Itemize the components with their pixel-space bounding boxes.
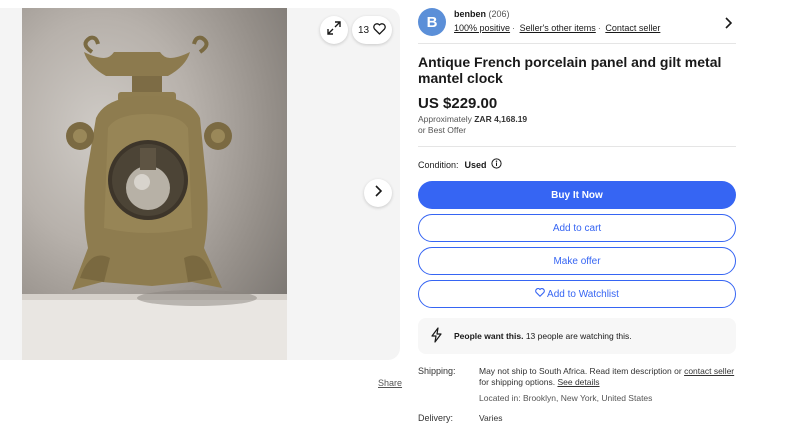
page-title: Antique French porcelain panel and gilt … — [418, 54, 722, 86]
item-location: Located in: Brooklyn, New York, United S… — [479, 393, 653, 403]
buy-it-now-button[interactable]: Buy It Now — [418, 181, 736, 209]
price: US $229.00 — [418, 95, 498, 112]
heart-icon — [535, 288, 545, 300]
info-icon[interactable] — [490, 158, 502, 171]
demand-bold: People want this. — [454, 331, 524, 341]
contact-seller-link[interactable]: contact seller — [684, 366, 734, 376]
shipping-info: May not ship to South Africa. Read item … — [479, 366, 739, 388]
watch-count-button[interactable]: 13 — [352, 16, 392, 44]
image-gallery: 13 — [0, 8, 400, 360]
divider — [418, 43, 736, 44]
shipping-label: Shipping: — [418, 366, 456, 376]
chevron-right-icon — [373, 184, 383, 202]
product-image[interactable] — [22, 8, 287, 360]
delivery-label: Delivery: — [418, 413, 454, 423]
demand-notice: People want this. 13 people are watching… — [418, 318, 736, 354]
clock-illustration — [22, 35, 287, 360]
seller-links: 100% positive · Seller's other items · Con… — [454, 23, 660, 33]
make-offer-button[interactable]: Make offer — [418, 247, 736, 275]
condition-row: Condition: Used — [418, 158, 502, 171]
expand-icon — [327, 20, 341, 40]
next-image-button[interactable] — [364, 179, 392, 207]
positive-feedback-link[interactable]: 100% positive — [454, 23, 510, 33]
other-items-link[interactable]: Seller's other items — [520, 23, 596, 33]
approx-value: ZAR 4,168.19 — [474, 114, 528, 124]
approx-label: Approximately — [418, 114, 472, 124]
approx-price: Approximately ZAR 4,168.19 — [418, 114, 527, 124]
watch-count: 13 — [357, 24, 370, 36]
divider — [418, 146, 736, 147]
seller-card[interactable]: B benben (206) 100% positive · Seller's o… — [418, 8, 736, 42]
separator-dot: · — [597, 23, 601, 33]
demand-detail: 13 people are watching this. — [525, 331, 632, 341]
condition-value: Used — [464, 159, 487, 170]
delivery-value: Varies — [479, 413, 503, 423]
shipping-text-before: May not ship to South Africa. Read item … — [479, 366, 682, 376]
chevron-right-icon[interactable] — [724, 16, 733, 34]
see-details-link[interactable]: See details — [557, 377, 599, 387]
contact-seller-link[interactable]: Contact seller — [605, 23, 660, 33]
best-offer-text: or Best Offer — [418, 125, 467, 135]
separator-dot: · — [512, 23, 516, 33]
add-to-cart-button[interactable]: Add to cart — [418, 214, 736, 242]
condition-label: Condition: — [418, 159, 459, 170]
heart-icon — [373, 22, 386, 38]
demand-text: People want this. 13 people are watching… — [454, 331, 632, 341]
share-link[interactable]: Share — [378, 378, 402, 388]
add-to-watchlist-label: Add to Watchlist — [547, 288, 619, 300]
seller-name[interactable]: benben — [454, 9, 486, 19]
expand-button[interactable] — [320, 16, 348, 44]
add-to-watchlist-button[interactable]: Add to Watchlist — [418, 280, 736, 308]
shipping-text-after: for shipping options. — [479, 377, 556, 387]
avatar[interactable]: B — [418, 8, 446, 36]
feedback-count: (206) — [488, 9, 510, 19]
lightning-icon — [430, 327, 444, 345]
seller-name-row: benben (206) — [454, 9, 510, 19]
